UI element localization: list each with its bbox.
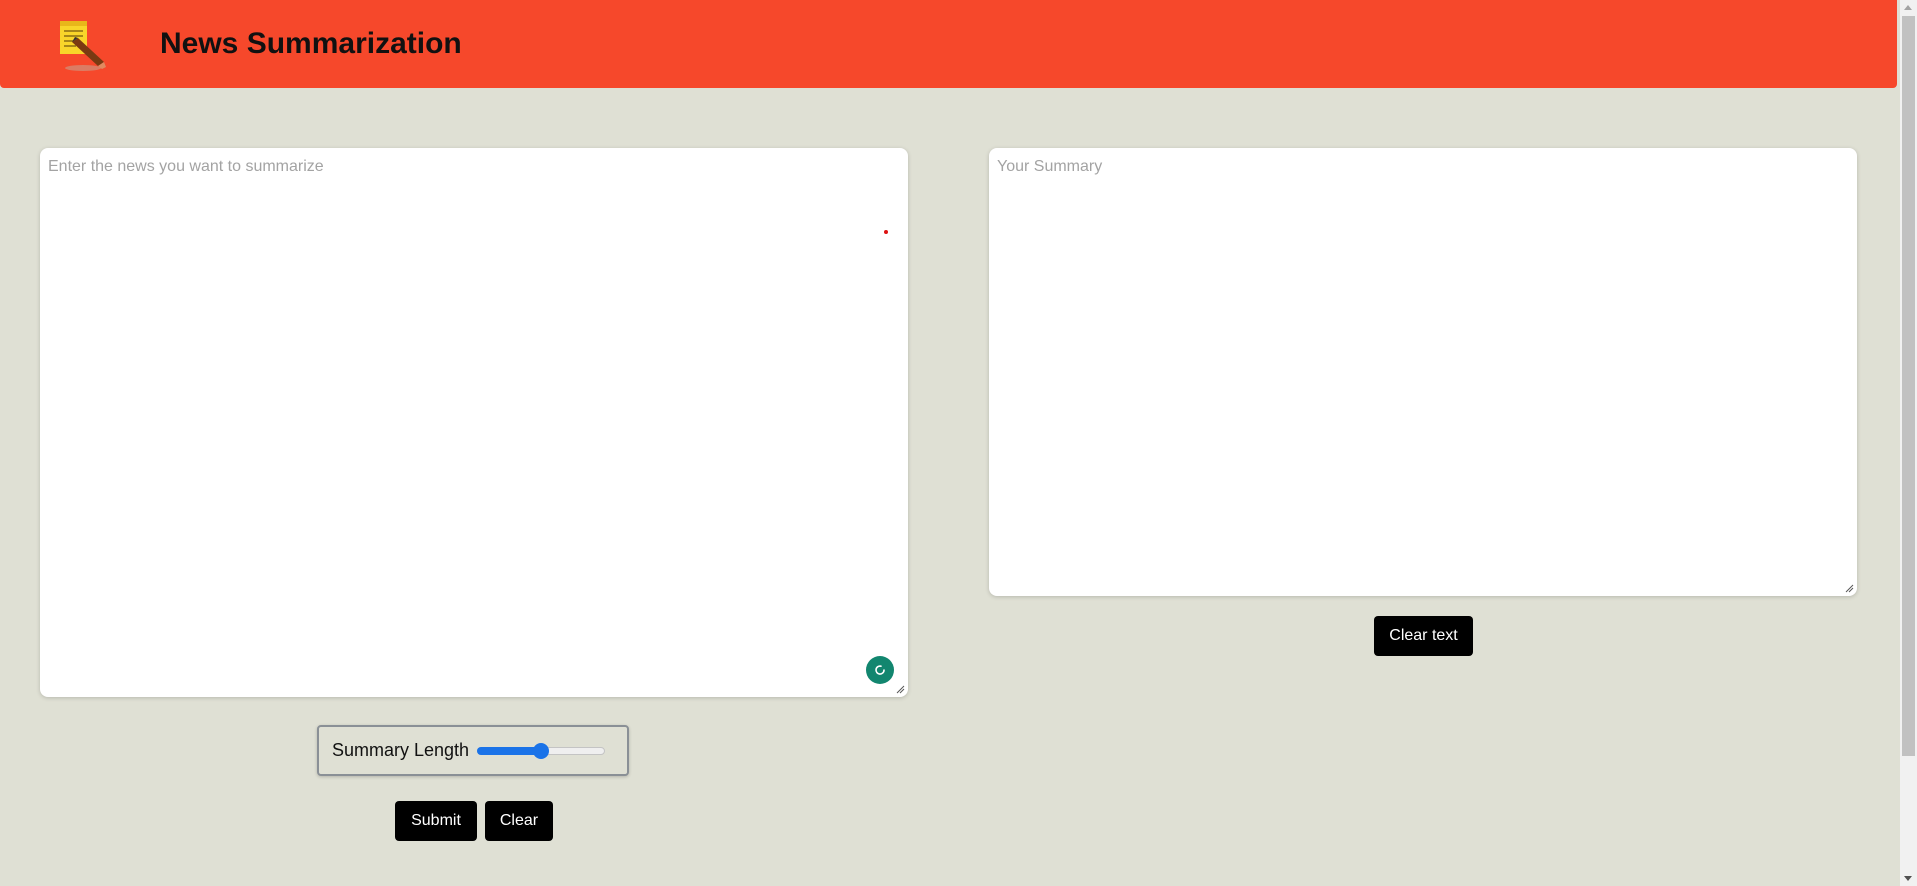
app-header: News Summarization: [0, 0, 1897, 88]
page-title: News Summarization: [160, 27, 462, 60]
refresh-icon: [875, 665, 885, 675]
clear-text-button[interactable]: Clear text: [1374, 616, 1473, 656]
spellcheck-indicator-icon: [884, 230, 888, 234]
slider-thumb[interactable]: [533, 742, 550, 759]
news-input-panel: [40, 148, 908, 697]
summary-output[interactable]: [989, 148, 1857, 596]
page-scrollbar[interactable]: [1900, 0, 1917, 886]
grammar-assistant-icon[interactable]: [866, 656, 894, 684]
summary-length-slider[interactable]: [477, 742, 606, 759]
summary-length-label: Summary Length: [332, 740, 470, 760]
news-input[interactable]: [40, 148, 908, 697]
resize-handle-icon[interactable]: [895, 684, 905, 694]
submit-button[interactable]: Submit: [395, 801, 477, 841]
scroll-down-icon[interactable]: [1904, 876, 1912, 881]
scroll-thumb[interactable]: [1902, 16, 1915, 756]
scroll-up-icon[interactable]: [1904, 5, 1912, 10]
slider-fill: [477, 746, 541, 755]
summary-length-control: Summary Length: [317, 725, 629, 776]
notepad-pencil-icon: [60, 21, 106, 71]
resize-handle-icon[interactable]: [1844, 583, 1854, 593]
clear-button[interactable]: Clear: [485, 801, 553, 841]
summary-output-panel: [989, 148, 1857, 596]
